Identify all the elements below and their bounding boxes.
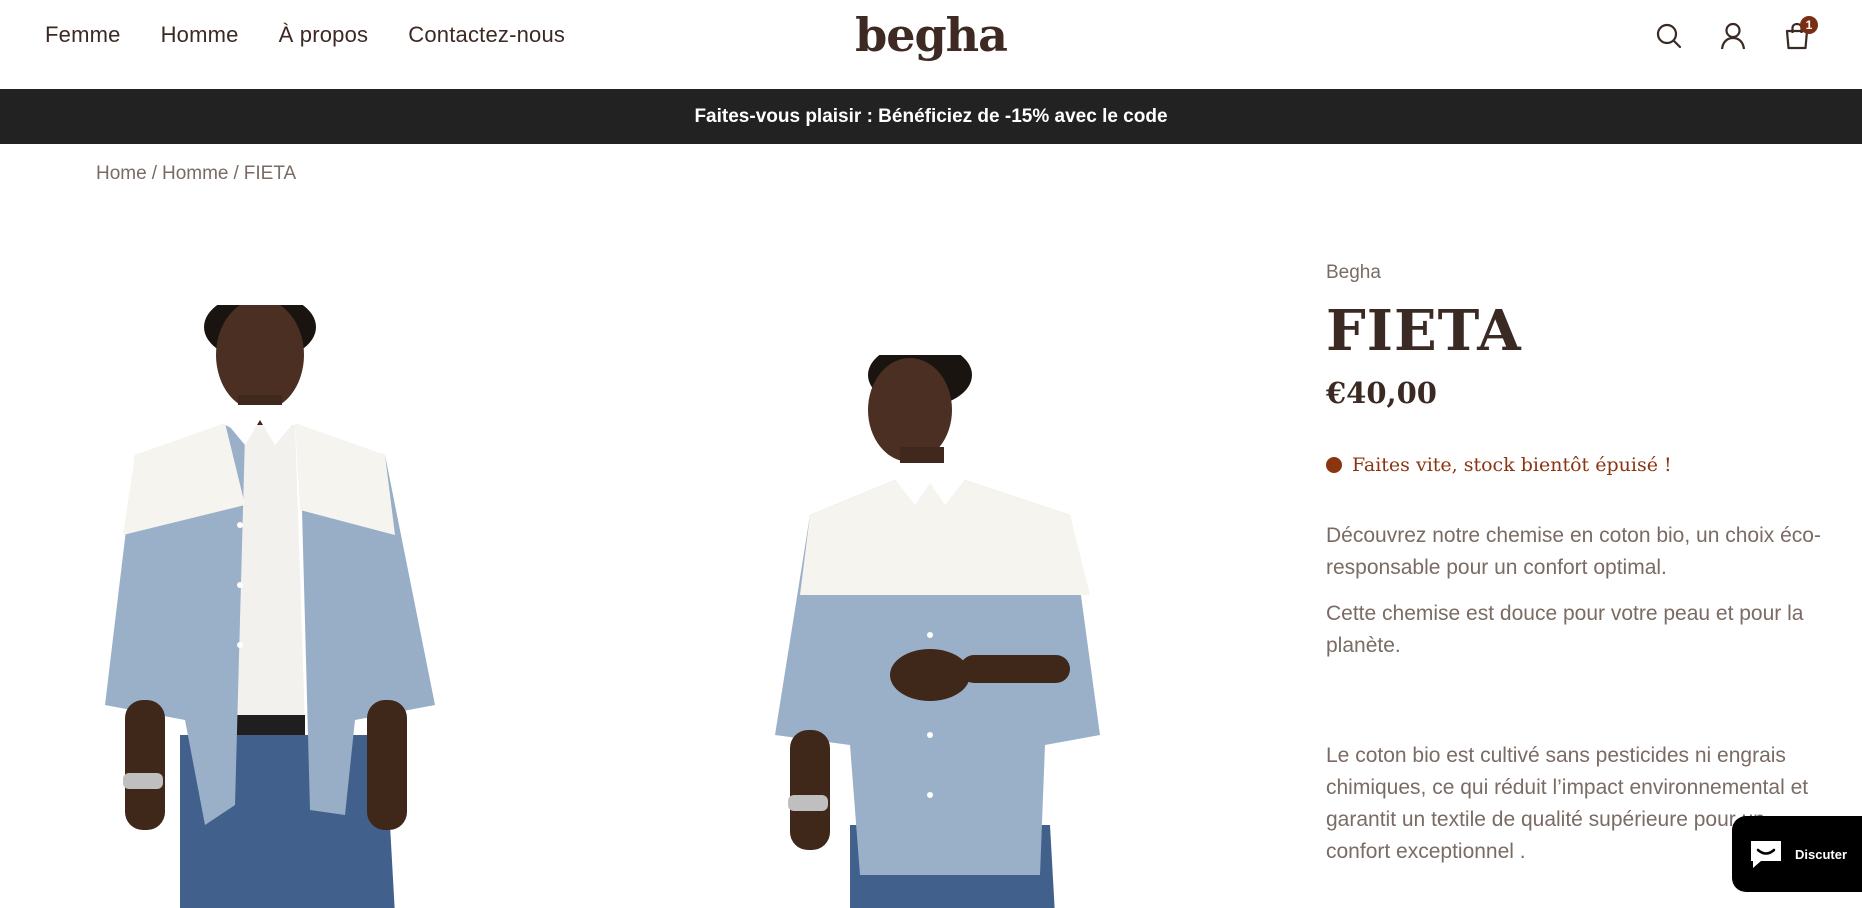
main-nav: Femme Homme À propos Contactez-nous	[45, 22, 565, 48]
breadcrumb-current: FIETA	[243, 163, 297, 184]
description-paragraph: Cette chemise est douce pour votre peau …	[1326, 602, 1804, 657]
stock-indicator-icon	[1326, 457, 1342, 473]
product-gallery	[0, 225, 1290, 908]
product-image-side[interactable]	[770, 355, 1110, 908]
breadcrumb-homme[interactable]: Homme	[162, 163, 229, 184]
nav-about[interactable]: À propos	[279, 22, 369, 48]
search-button[interactable]	[1654, 20, 1684, 52]
breadcrumb: Home / Homme / FIETA	[96, 163, 296, 185]
description-paragraph: Découvrez notre chemise en coton bio, un…	[1326, 524, 1821, 579]
nav-homme[interactable]: Homme	[161, 22, 239, 48]
search-icon	[1656, 23, 1682, 49]
stock-status-text: Faites vite, stock bientôt épuisé !	[1352, 454, 1672, 476]
product-image-front[interactable]	[95, 305, 455, 908]
product-title: FIETA	[1326, 298, 1522, 364]
brand-logo[interactable]: begha	[855, 8, 1008, 62]
nav-contact[interactable]: Contactez-nous	[408, 22, 565, 48]
account-button[interactable]	[1718, 20, 1748, 52]
stock-status: Faites vite, stock bientôt épuisé !	[1326, 454, 1826, 476]
chat-button[interactable]: Discuter	[1732, 816, 1862, 892]
product-price: €40,00	[1326, 376, 1437, 410]
site-header: Femme Homme À propos Contactez-nous begh…	[0, 0, 1862, 89]
announcement-text: Faites-vous plaisir : Bénéficiez de -15%…	[694, 105, 1168, 127]
cart-button[interactable]: 1	[1782, 16, 1818, 52]
cart-count-badge: 1	[1800, 16, 1818, 34]
header-icons: 1	[1654, 16, 1818, 52]
breadcrumb-separator: /	[151, 163, 157, 184]
nav-femme[interactable]: Femme	[45, 22, 121, 48]
announcement-bar: Faites-vous plaisir : Bénéficiez de -15%…	[0, 89, 1862, 144]
account-icon	[1720, 22, 1746, 50]
product-vendor: Begha	[1326, 262, 1381, 283]
chat-bubble-icon	[1750, 841, 1781, 868]
product-info: Begha FIETA €40,00 Faites vite, stock bi…	[1326, 262, 1826, 868]
chat-label: Discuter	[1794, 846, 1848, 862]
breadcrumb-home[interactable]: Home	[96, 163, 147, 184]
breadcrumb-separator: /	[233, 163, 239, 184]
